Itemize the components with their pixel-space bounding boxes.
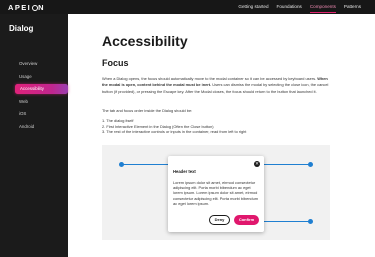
dialog[interactable]: ✕ Header text Lorem ipsum dolor sit amet… [168,156,264,232]
nav-components[interactable]: Components [309,0,336,14]
sidebar-item-ios[interactable]: iOS [0,108,68,121]
focus-text-part1: When a Dialog opens, the focus should au… [102,76,318,81]
sidebar-item-overview[interactable]: Overview [0,58,68,71]
sidebar-item-usage[interactable]: Usage [0,71,68,84]
focus-line-buttons [258,220,310,222]
nav-getting-started[interactable]: Getting started [238,0,268,14]
focus-marker-close [307,161,313,167]
focus-line-close [260,163,310,165]
focus-line-dialog [121,163,171,165]
sidebar-item-accessibility[interactable]: Accessibility [15,84,68,94]
focus-paragraph: When a Dialog opens, the focus should au… [102,76,330,95]
apeiron-logo[interactable]: APEI N [8,3,45,12]
focus-marker-buttons [307,218,313,224]
page-title: Accessibility [102,33,188,49]
sidebar-title: Dialog [9,24,34,33]
sidebar-nav: Overview Usage Accessibility Web iOS And… [0,58,68,133]
logo-text-prefix: APEI [8,3,32,12]
section-heading-focus: Focus [102,58,129,68]
dialog-body: Lorem ipsum dolor sit amet, eirmod conse… [173,180,258,206]
close-icon[interactable]: ✕ [254,161,260,167]
focus-marker-dialog [118,161,124,167]
tab-order-intro: The tab and focus order inside the Dialo… [102,108,193,113]
nav-patterns[interactable]: Patterns [344,0,361,14]
top-navigation-bar: APEI N Getting started Foundations Compon… [0,0,375,14]
nav-foundations[interactable]: Foundations [277,0,302,14]
tab-order-list: 1. The dialog itself 2. First Interactiv… [102,118,246,135]
sidebar: Dialog Overview Usage Accessibility Web … [0,14,68,257]
sidebar-item-android[interactable]: Android [0,121,68,134]
confirm-button[interactable]: Confirm [234,215,259,225]
sidebar-item-web[interactable]: Web [0,96,68,109]
dialog-header: Header text [173,169,196,174]
tab-order-item: 3. The rest of the interactive controls … [102,129,247,135]
deny-button[interactable]: Deny [209,215,230,225]
focus-order-example: ✕ Header text Lorem ipsum dolor sit amet… [102,145,330,240]
top-nav-links: Getting started Foundations Components P… [238,0,361,14]
logo-text-suffix: N [38,3,45,12]
logo-ring-icon [31,5,38,11]
